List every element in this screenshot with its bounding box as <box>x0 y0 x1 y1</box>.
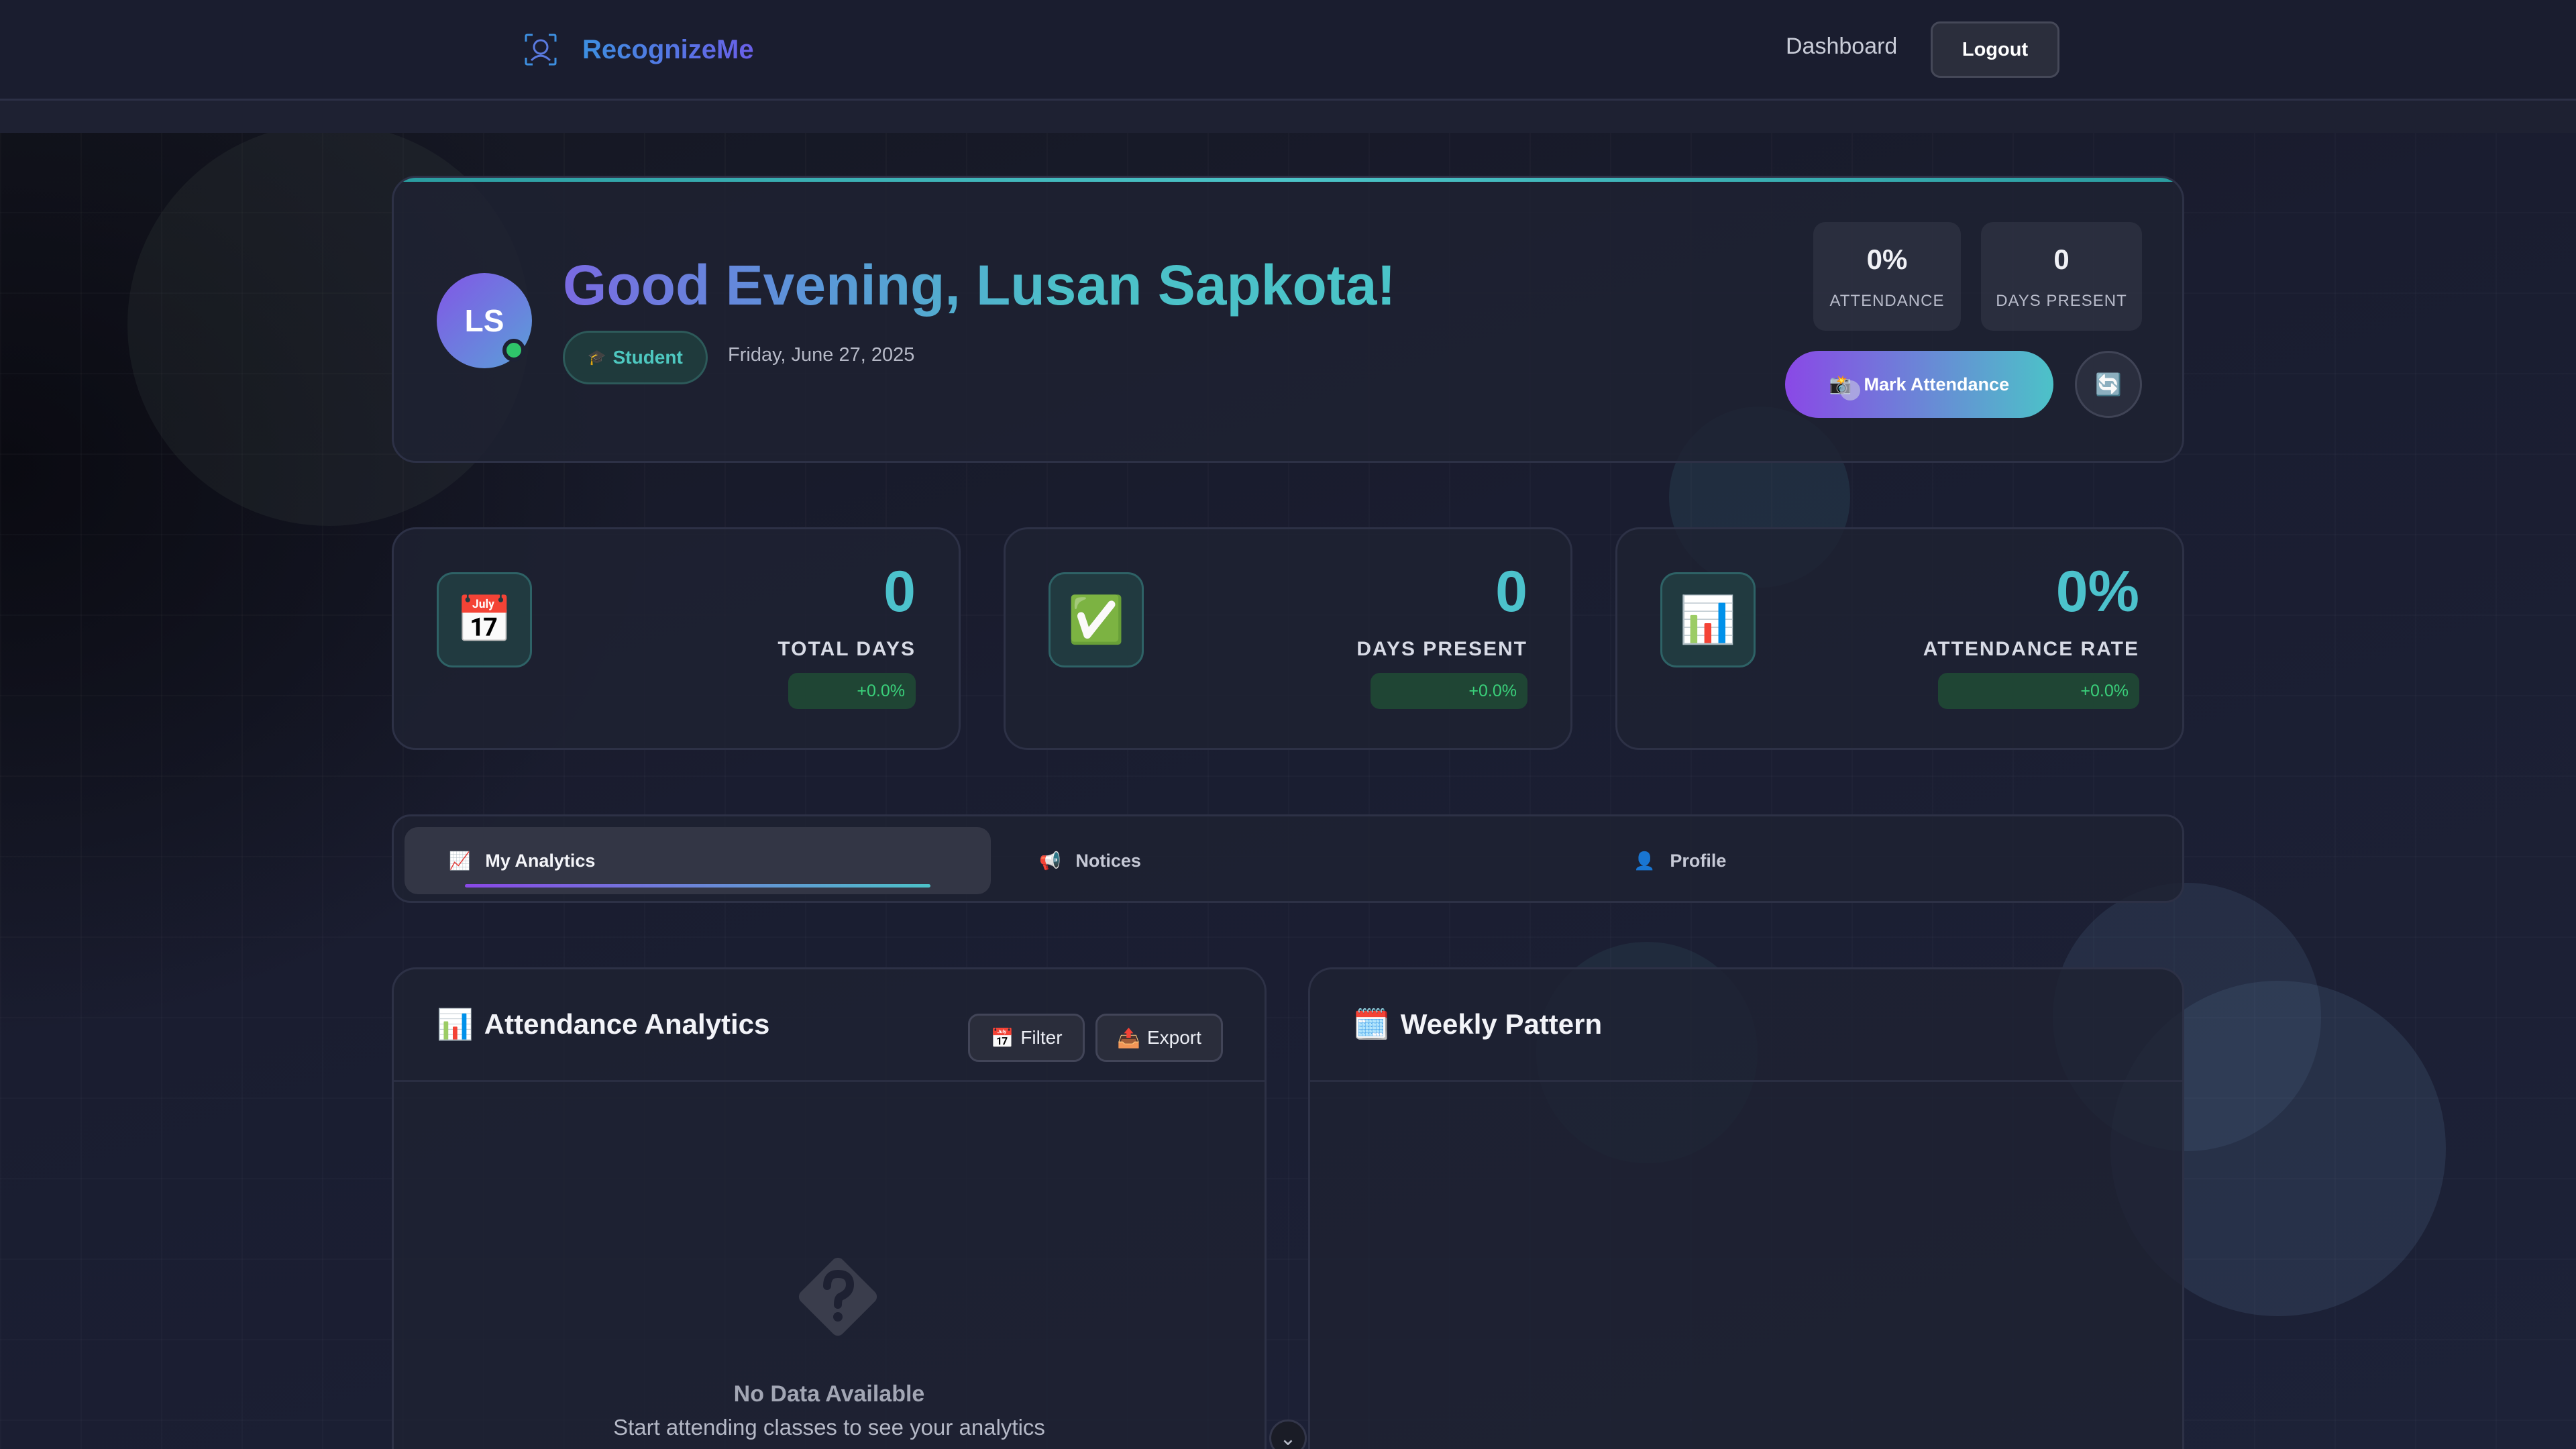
calendar-icon: 📅 <box>990 1027 1014 1049</box>
brand-name: RecognizeMe <box>582 34 754 64</box>
welcome-card: LS Good Evening, Lusan Sapkota! 🎓 Studen… <box>392 176 2184 463</box>
tab-my-analytics[interactable]: 📈 My Analytics <box>405 827 991 894</box>
chevron-down-icon: ⌄ <box>1279 1427 1297 1449</box>
role-label: Student <box>612 347 683 368</box>
stat-card-total-days: 📅 0 TOTAL DAYS +0.0% <box>392 527 961 750</box>
filter-button[interactable]: 📅 Filter <box>968 1014 1085 1062</box>
check-mark-icon: ✅ <box>1049 572 1144 667</box>
stat-label: ATTENDANCE RATE <box>1923 638 2139 660</box>
export-label: Export <box>1146 1027 1201 1048</box>
panel-title-text: Attendance Analytics <box>484 1008 770 1040</box>
panel-title: 📊 Attendance Analytics <box>437 1007 769 1042</box>
online-status-dot <box>502 339 525 362</box>
mini-stat-label: ATTENDANCE <box>1829 292 1945 310</box>
weekly-pattern-panel: 🗓️ Weekly Pattern <box>1308 967 2184 1449</box>
refresh-icon: 🔄 <box>2095 372 2122 396</box>
filter-label: Filter <box>1020 1027 1063 1048</box>
face-scan-icon <box>525 34 557 66</box>
cursor-indicator <box>1840 380 1860 400</box>
empty-state-title: No Data Available <box>733 1381 925 1407</box>
trend-chart-icon: 📈 <box>449 850 471 871</box>
mini-stat-label: DAYS PRESENT <box>1996 292 2127 310</box>
tab-label: My Analytics <box>485 850 596 871</box>
mini-stat-days-present: 0 DAYS PRESENT <box>1981 222 2142 331</box>
nav-link-dashboard[interactable]: Dashboard <box>1786 34 1897 60</box>
question-mark-icon <box>798 1257 877 1336</box>
tab-label: Notices <box>1075 850 1141 871</box>
current-date: Friday, June 27, 2025 <box>728 344 915 366</box>
stat-value: 0 <box>1495 559 1527 624</box>
nav-underlay <box>0 101 2576 133</box>
spiral-calendar-icon: 🗓️ <box>1353 1008 1390 1041</box>
graduation-cap-icon: 🎓 <box>588 349 606 366</box>
tab-profile[interactable]: 👤 Profile <box>1633 827 1726 894</box>
empty-state-subtitle: Start attending classes to see your anal… <box>613 1415 1045 1440</box>
stat-change-badge: +0.0% <box>1938 673 2139 709</box>
mini-stat-value: 0 <box>2053 244 2070 275</box>
brand-logo[interactable]: RecognizeMe <box>523 30 754 70</box>
bar-chart-icon: 📊 <box>437 1008 474 1041</box>
stat-value: 0% <box>2055 559 2139 624</box>
tab-bar: 📈 My Analytics 📢 Notices 👤 Profile <box>392 814 2184 903</box>
tab-notices[interactable]: 📢 Notices <box>1039 827 1141 894</box>
panel-header: 🗓️ Weekly Pattern <box>1310 969 2182 1082</box>
stat-label: TOTAL DAYS <box>777 638 916 660</box>
user-icon: 👤 <box>1633 850 1656 871</box>
stat-change-badge: +0.0% <box>788 673 916 709</box>
top-navbar: RecognizeMe Dashboard Logout <box>0 0 2576 101</box>
mark-attendance-button[interactable]: 📸 Mark Attendance <box>1785 351 2053 418</box>
attendance-analytics-panel: 📊 Attendance Analytics 📅 Filter 📤 Export… <box>392 967 1267 1449</box>
stat-card-attendance-rate: 📊 0% ATTENDANCE RATE +0.0% <box>1615 527 2184 750</box>
logout-button[interactable]: Logout <box>1931 21 2059 78</box>
mini-stat-value: 0% <box>1866 244 1908 275</box>
greeting-title: Good Evening, Lusan Sapkota! <box>563 254 1396 317</box>
stat-value: 0 <box>883 559 916 624</box>
panel-title: 🗓️ Weekly Pattern <box>1353 1007 1602 1042</box>
outbox-icon: 📤 <box>1117 1027 1140 1049</box>
refresh-button[interactable]: 🔄 <box>2075 351 2142 418</box>
stat-card-days-present: ✅ 0 DAYS PRESENT +0.0% <box>1004 527 1572 750</box>
export-button[interactable]: 📤 Export <box>1095 1014 1223 1062</box>
mark-attendance-label: Mark Attendance <box>1864 374 2010 394</box>
tab-label: Profile <box>1670 850 1727 871</box>
bar-chart-icon: 📊 <box>1660 572 1756 667</box>
calendar-icon: 📅 <box>437 572 532 667</box>
stat-change-badge: +0.0% <box>1371 673 1527 709</box>
mini-stat-attendance: 0% ATTENDANCE <box>1813 222 1961 331</box>
panel-header: 📊 Attendance Analytics 📅 Filter 📤 Export <box>394 969 1265 1082</box>
role-badge: 🎓 Student <box>563 331 708 384</box>
megaphone-icon: 📢 <box>1039 850 1061 871</box>
panel-title-text: Weekly Pattern <box>1400 1008 1603 1040</box>
stat-label: DAYS PRESENT <box>1356 638 1527 660</box>
